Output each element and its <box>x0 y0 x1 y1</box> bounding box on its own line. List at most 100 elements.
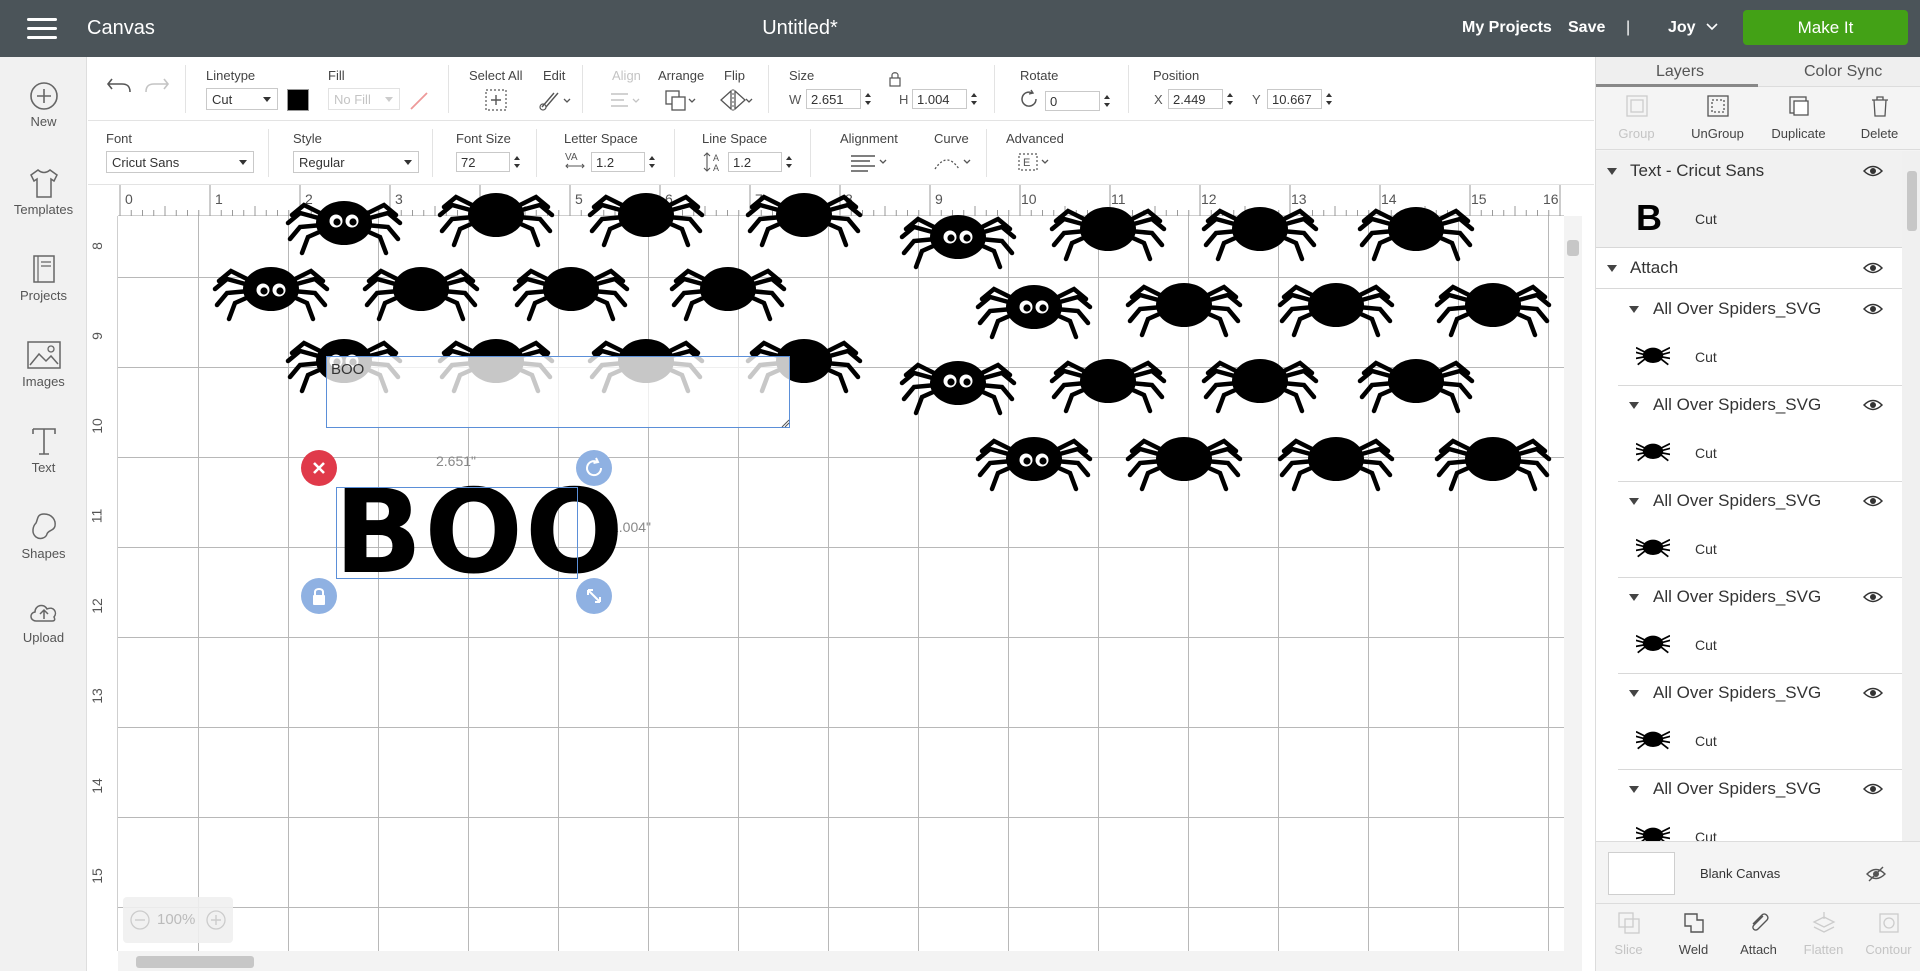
canvas-vertical-scroll-thumb[interactable] <box>1567 240 1579 256</box>
horizontal-scrollbar[interactable] <box>118 951 1564 971</box>
linetype-select[interactable]: Cut <box>206 88 278 110</box>
caret-down-icon[interactable] <box>1629 786 1639 793</box>
layer-group-spiders[interactable]: All Over Spiders_SVG <box>1596 577 1902 617</box>
flatten-button[interactable]: Flatten <box>1791 910 1856 957</box>
eye-icon[interactable] <box>1863 494 1883 508</box>
duplicate-button[interactable]: Duplicate <box>1758 93 1839 141</box>
redo-icon[interactable] <box>144 75 170 95</box>
eye-icon[interactable] <box>1863 261 1883 275</box>
caret-down-icon[interactable] <box>1629 498 1639 505</box>
layer-item-text[interactable]: B Cut <box>1596 191 1902 247</box>
make-it-button[interactable]: Make It <box>1743 10 1908 45</box>
select-all-icon[interactable] <box>483 87 509 113</box>
position-x-input[interactable]: 2.449 <box>1168 89 1223 109</box>
font-select[interactable]: Cricut Sans <box>106 151 254 173</box>
blank-canvas-swatch[interactable] <box>1608 852 1675 895</box>
stepper-icon[interactable] <box>785 155 793 169</box>
arrange-icon[interactable] <box>663 87 697 113</box>
stepper-icon[interactable] <box>864 92 872 106</box>
eye-icon[interactable] <box>1863 782 1883 796</box>
delete-handle[interactable] <box>301 450 337 486</box>
rotate-input[interactable]: 0 <box>1045 91 1100 111</box>
align-icon[interactable] <box>608 88 642 112</box>
delete-button[interactable]: Delete <box>1839 93 1920 141</box>
layer-item-spiders[interactable]: Cut <box>1596 617 1902 673</box>
caret-down-icon[interactable] <box>1629 594 1639 601</box>
caret-down-icon[interactable] <box>1629 402 1639 409</box>
caret-down-icon[interactable] <box>1607 265 1617 272</box>
text-edit-box[interactable]: BOO <box>326 356 790 428</box>
eye-hidden-icon[interactable] <box>1866 866 1886 882</box>
layer-item-spiders[interactable]: Cut <box>1596 713 1902 769</box>
my-projects-link[interactable]: My Projects <box>1462 19 1552 37</box>
eye-icon[interactable] <box>1863 398 1883 412</box>
layers-scrollbar[interactable] <box>1902 151 1920 841</box>
height-input[interactable]: 1.004 <box>912 89 967 109</box>
lock-handle[interactable] <box>301 578 337 614</box>
layer-group-text[interactable]: Text - Cricut Sans <box>1596 151 1902 191</box>
edit-scissors-icon[interactable] <box>538 87 572 113</box>
canvas-vertical-scrollbar[interactable] <box>1564 216 1582 971</box>
save-link[interactable]: Save <box>1568 19 1605 37</box>
sidebar-item-text[interactable]: Text <box>0 425 87 475</box>
stepper-icon[interactable] <box>513 155 521 169</box>
zoom-out-icon[interactable] <box>129 909 151 931</box>
tab-layers[interactable]: Layers <box>1656 63 1704 81</box>
weld-button[interactable]: Weld <box>1661 910 1726 957</box>
sidebar-item-projects[interactable]: Projects <box>0 253 87 303</box>
chevron-down-icon[interactable] <box>1706 21 1718 33</box>
stepper-icon[interactable] <box>1103 94 1111 108</box>
fill-select[interactable]: No Fill <box>328 88 400 110</box>
layer-group-attach[interactable]: Attach <box>1596 248 1902 288</box>
eye-icon[interactable] <box>1863 590 1883 604</box>
stepper-icon[interactable] <box>1325 92 1333 106</box>
layer-group-spiders[interactable]: All Over Spiders_SVG <box>1596 769 1902 809</box>
layer-item-spiders[interactable]: Cut <box>1596 425 1902 481</box>
eye-icon[interactable] <box>1863 164 1883 178</box>
layer-item-spiders[interactable]: Cut <box>1596 809 1902 841</box>
caret-down-icon[interactable] <box>1629 306 1639 313</box>
curve-icon[interactable] <box>932 151 972 173</box>
linetype-color-swatch[interactable] <box>287 89 309 111</box>
slice-button[interactable]: Slice <box>1596 910 1661 957</box>
zoom-in-icon[interactable] <box>205 909 227 931</box>
layers-scroll-thumb[interactable] <box>1907 171 1917 231</box>
resize-grip-icon[interactable] <box>780 418 790 428</box>
layer-group-spiders[interactable]: All Over Spiders_SVG <box>1596 385 1902 425</box>
resize-handle[interactable] <box>576 578 612 614</box>
eye-icon[interactable] <box>1863 686 1883 700</box>
alignment-icon[interactable] <box>848 151 888 173</box>
line-space-input[interactable]: 1.2 <box>728 152 782 172</box>
stepper-icon[interactable] <box>1226 92 1234 106</box>
layer-group-spiders[interactable]: All Over Spiders_SVG <box>1596 673 1902 713</box>
stepper-icon[interactable] <box>648 155 656 169</box>
ungroup-button[interactable]: UnGroup <box>1677 93 1758 141</box>
user-menu[interactable]: Joy <box>1668 19 1696 37</box>
caret-down-icon[interactable] <box>1607 168 1617 175</box>
position-y-input[interactable]: 10.667 <box>1267 89 1322 109</box>
attach-button[interactable]: Attach <box>1726 910 1791 957</box>
horizontal-scroll-thumb[interactable] <box>136 956 254 968</box>
width-input[interactable]: 2.651 <box>806 89 861 109</box>
tab-color-sync[interactable]: Color Sync <box>1804 63 1882 81</box>
layer-item-spiders[interactable]: Cut <box>1596 521 1902 577</box>
sidebar-item-images[interactable]: Images <box>0 339 87 389</box>
eye-icon[interactable] <box>1863 302 1883 316</box>
layer-item-spiders[interactable]: Cut <box>1596 329 1902 385</box>
sidebar-item-shapes[interactable]: Shapes <box>0 511 87 561</box>
sidebar-item-new[interactable]: New <box>0 81 87 129</box>
style-select[interactable]: Regular <box>293 151 419 173</box>
layer-group-spiders[interactable]: All Over Spiders_SVG <box>1596 289 1902 329</box>
letter-space-input[interactable]: 1.2 <box>591 152 645 172</box>
stepper-icon[interactable] <box>970 92 978 106</box>
sidebar-item-upload[interactable]: Upload <box>0 597 87 645</box>
lock-icon[interactable] <box>888 71 902 87</box>
design-canvas[interactable]: 0 1 2 3 4 5 6 7 8 9 10 11 12 13 14 15 16… <box>88 185 1594 971</box>
rotate-handle[interactable] <box>576 450 612 486</box>
undo-icon[interactable] <box>106 75 132 95</box>
font-size-input[interactable]: 72 <box>456 152 510 172</box>
caret-down-icon[interactable] <box>1629 690 1639 697</box>
contour-button[interactable]: Contour <box>1856 910 1920 957</box>
layer-group-spiders[interactable]: All Over Spiders_SVG <box>1596 481 1902 521</box>
sidebar-item-templates[interactable]: Templates <box>0 167 87 217</box>
